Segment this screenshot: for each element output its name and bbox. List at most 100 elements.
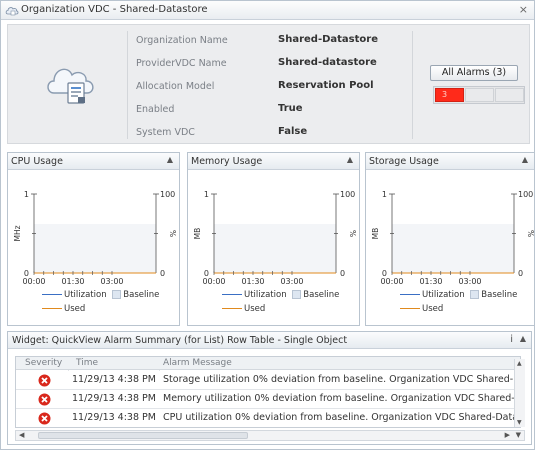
x-tick-label: 01:30: [419, 277, 442, 286]
y-tick-label: 1: [204, 190, 209, 199]
y-tick-label: 1: [382, 190, 387, 199]
y-tick-label: 1: [24, 190, 29, 199]
legend-used: Used: [244, 304, 266, 314]
table-header: Severity Time Alarm Message: [16, 357, 520, 370]
property-label: Organization Name: [136, 35, 228, 46]
collapse-icon[interactable]: ▲: [167, 155, 173, 164]
organization-vdc-window: Organization VDC - Shared-Datastore × Or…: [0, 0, 535, 450]
baseline-swatch: [470, 290, 480, 299]
x-tick-label: 00:00: [202, 277, 225, 286]
cpu-usage-chart: 101000MHz %00:00 01:30 03:00: [13, 190, 177, 286]
panel-title: CPU Usage: [11, 156, 63, 167]
chart-legend: Utilization Baseline Used: [366, 290, 534, 314]
y-axis-label-right: %: [348, 230, 357, 237]
alarm-message: CPU utilization 0% deviation from baseli…: [163, 412, 521, 423]
used-swatch: [42, 308, 62, 309]
vertical-scrollbar[interactable]: ▲ ▼: [514, 359, 525, 427]
table-row[interactable]: 11/29/13 4:38 PM Memory utilization 0% d…: [16, 390, 520, 409]
divider: [127, 31, 128, 139]
baseline-swatch: [292, 290, 302, 299]
column-header-severity[interactable]: Severity: [25, 358, 62, 368]
memory-usage-panel: Memory Usage ▲ 1 0 100 0 MB% 00:00 01:30 03:00 …: [187, 152, 360, 326]
column-header-message[interactable]: Alarm Message: [163, 358, 232, 368]
property-allocation-model: Allocation Model Reservation Pool: [130, 76, 410, 96]
property-value: Shared-Datastore: [278, 34, 378, 45]
widget-header: Widget: QuickView Alarm Summary (for Lis…: [8, 332, 531, 349]
property-enabled: Enabled True: [130, 99, 410, 119]
property-value: True: [278, 103, 303, 114]
y-tick-label: 0: [340, 269, 345, 278]
chart-legend: Utilization Baseline Used: [188, 290, 359, 314]
panel-header: CPU Usage ▲: [8, 153, 179, 170]
y-axis-label: MB: [371, 228, 380, 240]
x-tick-label: 00:00: [380, 277, 403, 286]
cloud-vdc-icon: [5, 7, 19, 16]
critical-icon: [38, 374, 51, 387]
property-value: False: [278, 126, 308, 137]
panel-title: Storage Usage: [369, 156, 439, 167]
y-tick-label: 100: [340, 190, 355, 199]
property-providervdc-name: ProviderVDC Name Shared-datastore: [130, 53, 410, 73]
y-tick-label: 100: [160, 190, 175, 199]
warning-alarm-count[interactable]: [495, 88, 524, 102]
window-title: Organization VDC - Shared-Datastore: [21, 4, 208, 15]
x-tick-label: 01:30: [61, 277, 84, 286]
property-label: Enabled: [136, 104, 175, 115]
summary-band: Organization Name Shared-Datastore Provi…: [7, 24, 530, 144]
divider: [412, 31, 413, 139]
window-titlebar: Organization VDC - Shared-Datastore ×: [1, 1, 534, 20]
y-axis-label-right: %: [526, 230, 535, 237]
y-axis-label-right: %: [168, 230, 177, 237]
widget-title: Widget: QuickView Alarm Summary (for Lis…: [12, 335, 348, 346]
panel-header: Storage Usage ▲: [366, 153, 534, 170]
x-tick-label: 01:30: [241, 277, 264, 286]
collapse-icon[interactable]: ▲: [522, 155, 528, 164]
scroll-down-icon[interactable]: ▼: [516, 431, 521, 439]
table-row[interactable]: 11/29/13 4:38 PM Storage utilization 0% …: [16, 371, 520, 390]
property-value: Reservation Pool: [278, 80, 374, 91]
alarm-time: 11/29/13 4:38 PM: [72, 374, 156, 385]
all-alarms-button[interactable]: All Alarms (3): [430, 65, 518, 81]
memory-usage-chart: 101000MB %00:00 01:30 03:00: [193, 190, 357, 286]
alarm-message: Storage utilization 0% deviation from ba…: [163, 374, 521, 385]
collapse-icon[interactable]: ▲: [347, 155, 353, 164]
property-organization-name: Organization Name Shared-Datastore: [130, 30, 410, 50]
alarm-time: 11/29/13 4:38 PM: [72, 393, 156, 404]
scroll-right-icon[interactable]: ▶: [505, 431, 510, 439]
baseline-band: [34, 224, 156, 273]
alarm-time: 11/29/13 4:38 PM: [72, 412, 156, 423]
utilization-swatch: [222, 294, 242, 295]
baseline-swatch: [112, 290, 122, 299]
horizontal-scrollbar[interactable]: ◀ ▶ ▼: [15, 430, 525, 441]
alarm-summary-widget: Widget: QuickView Alarm Summary (for Lis…: [7, 331, 532, 445]
cpu-usage-panel: CPU Usage ▲ 1 0 100 0 MHz% 00:00 01:30 03:00 Ut…: [7, 152, 180, 326]
legend-utilization: Utilization: [244, 290, 287, 300]
storage-usage-panel: Storage Usage ▲ 1 0 100 0 MB% 00:00 01:30 03:00…: [365, 152, 535, 326]
x-tick-label: 03:00: [280, 277, 303, 286]
utilization-swatch: [400, 294, 420, 295]
scroll-up-icon[interactable]: ▲: [517, 360, 522, 367]
legend-baseline: Baseline: [303, 290, 340, 300]
chart-legend: Utilization Baseline Used: [8, 290, 179, 314]
used-swatch: [400, 308, 420, 309]
legend-used: Used: [64, 304, 86, 314]
major-alarm-count[interactable]: [465, 88, 494, 102]
scroll-thumb[interactable]: [38, 432, 248, 439]
scroll-left-icon[interactable]: ◀: [19, 431, 24, 439]
scroll-down-icon[interactable]: ▼: [517, 419, 522, 426]
x-tick-label: 00:00: [22, 277, 45, 286]
collapse-icon[interactable]: ▲: [520, 334, 526, 343]
legend-baseline: Baseline: [123, 290, 160, 300]
panel-title: Memory Usage: [191, 156, 263, 167]
property-label: Allocation Model: [136, 81, 215, 92]
critical-alarm-count[interactable]: 3: [435, 88, 464, 102]
close-icon[interactable]: ×: [519, 3, 528, 16]
storage-usage-chart: 101000MB %00:00 01:30 03:00: [371, 190, 535, 286]
alarm-table: Severity Time Alarm Message 11/29/13 4:3…: [15, 356, 521, 428]
panel-header: Memory Usage ▲: [188, 153, 359, 170]
alarm-message: Memory utilization 0% deviation from bas…: [163, 393, 521, 404]
table-row[interactable]: 11/29/13 4:38 PM CPU utilization 0% devi…: [16, 409, 521, 427]
column-header-time[interactable]: Time: [76, 358, 98, 368]
info-icon[interactable]: i: [510, 334, 513, 345]
alarm-severity-bar: 3: [433, 86, 525, 104]
